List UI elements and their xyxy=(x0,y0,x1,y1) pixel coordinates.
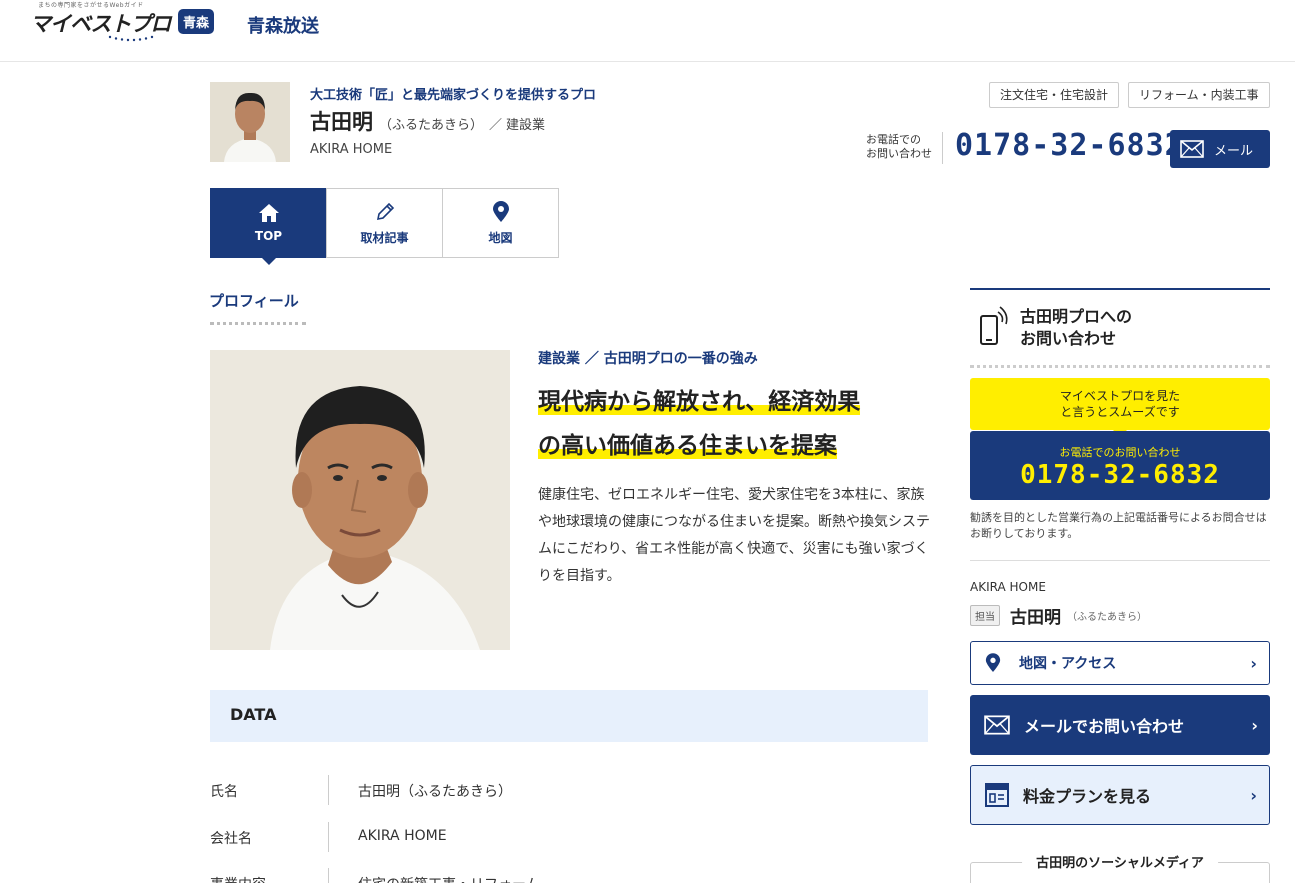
site-header: まちの専門家をさがせるWebガイド マイベストプロ 青森 青森放送 xyxy=(0,0,1295,62)
data-row: 事業内容 住宅の新築工事・リフォーム xyxy=(210,868,928,883)
sidebar-name: 古田明 xyxy=(1010,608,1061,628)
social-media-box: 古田明のソーシャルメディア xyxy=(970,852,1270,883)
profile-heading: プロフィール xyxy=(209,292,299,310)
home-icon xyxy=(258,204,279,222)
pro-thumbnail-photo xyxy=(210,82,290,162)
profile-intro: 健康住宅、ゼロエネルギー住宅、愛犬家住宅を3本柱に、家族や地球環境の健康につなが… xyxy=(538,487,930,584)
data-value: 古田明（ふるたあきら） xyxy=(358,784,512,800)
sidebar-person: 担当 古田明 （ふるたあきら） xyxy=(970,603,1147,628)
button-label: 地図・アクセス xyxy=(1019,656,1117,672)
divider xyxy=(942,132,943,164)
tab-label: TOP xyxy=(254,229,283,243)
sidebar-tel-box[interactable]: お電話でのお問い合わせ 0178-32-6832 xyxy=(970,431,1270,500)
pro-name-line: 古田明 （ふるたあきら） ／建設業 xyxy=(310,106,545,136)
header-tel-number[interactable]: 0178-32-6832 xyxy=(955,128,1184,163)
tip-line: と言うとスムーズです xyxy=(1060,405,1180,419)
catch-copy: 現代病から解放され、経済効果 の高い価値ある住まいを提案 xyxy=(538,380,938,468)
pro-separator: ／ xyxy=(489,118,503,133)
tab-label: 地図 xyxy=(488,230,513,245)
data-key: 会社名 xyxy=(210,831,252,847)
sidebar-tip-banner: マイベストプロを見た と言うとスムーズです xyxy=(970,378,1270,437)
tab-label: 取材記事 xyxy=(360,230,409,245)
sidebar-contact-header: 古田明プロへの お問い合わせ xyxy=(970,288,1270,368)
strength-label: 建設業 ／ 古田明プロの一番の強み xyxy=(538,351,758,367)
data-value: AKIRA HOME xyxy=(358,828,447,844)
logo-dots-icon xyxy=(108,35,154,42)
divider xyxy=(970,560,1270,561)
category-tag[interactable]: 注文住宅・住宅設計 xyxy=(989,82,1120,108)
divider xyxy=(328,775,329,805)
social-media-title: 古田明のソーシャルメディア xyxy=(1022,852,1218,871)
chevron-right-icon: › xyxy=(1250,786,1257,805)
sidebar-contact-title-line: 古田明プロへの xyxy=(1020,307,1133,326)
pro-tabs: TOP 取材記事 地図 xyxy=(210,188,559,265)
sidebar-contact-title: 古田明プロへの お問い合わせ xyxy=(1020,306,1132,350)
pro-company: AKIRA HOME xyxy=(310,142,393,157)
sidebar-tel-label: お電話でのお問い合わせ xyxy=(1059,446,1181,459)
pro-tagline: 大工技術「匠」と最先端家づくりを提供するプロ xyxy=(310,88,597,103)
sidebar-company: AKIRA HOME xyxy=(970,580,1046,594)
tel-label: お電話での お問い合わせ xyxy=(866,133,932,161)
tab-articles[interactable]: 取材記事 xyxy=(326,188,443,258)
data-value: 住宅の新築工事・リフォーム xyxy=(358,874,540,883)
pro-industry-link[interactable]: 建設業 xyxy=(506,118,545,133)
envelope-icon xyxy=(984,715,1010,735)
header-mail-button[interactable]: メール xyxy=(1170,130,1270,168)
category-tag[interactable]: リフォーム・内装工事 xyxy=(1128,82,1270,108)
tel-label-line: お電話での xyxy=(866,133,921,146)
mail-inquiry-button[interactable]: メールでお問い合わせ › xyxy=(970,695,1270,755)
price-list-icon xyxy=(985,783,1009,807)
button-label: 料金プランを見る xyxy=(1023,787,1152,806)
envelope-icon xyxy=(1180,140,1204,158)
sidebar-kana: （ふるたあきら） xyxy=(1067,612,1147,623)
pencil-icon xyxy=(376,202,394,220)
site-logo[interactable]: まちの専門家をさがせるWebガイド マイベストプロ 青森 xyxy=(30,0,220,44)
map-pin-icon xyxy=(985,653,1001,672)
pro-kana: （ふるたあきら） xyxy=(379,118,484,133)
pro-name: 古田明 xyxy=(310,110,373,134)
data-row: 氏名 古田明（ふるたあきら） xyxy=(210,775,928,805)
mail-button-label: メール xyxy=(1214,143,1254,159)
tab-top[interactable]: TOP xyxy=(210,188,327,265)
data-row: 会社名 AKIRA HOME xyxy=(210,822,928,852)
profile-photo xyxy=(210,350,510,650)
chevron-right-icon: › xyxy=(1251,716,1258,735)
sidebar-notice: 勧誘を目的とした営業行為の上記電話番号によるお問合せはお断りしております。 xyxy=(970,511,1267,540)
tel-label-line: お問い合わせ xyxy=(866,147,932,160)
data-key: 事業内容 xyxy=(210,874,266,883)
price-plan-button[interactable]: 料金プランを見る › xyxy=(970,765,1270,825)
catch-copy-line: 現代病から解放され、経済効果 xyxy=(538,389,861,415)
data-title: DATA xyxy=(230,705,277,724)
map-access-button[interactable]: 地図・アクセス › xyxy=(970,641,1270,685)
sidebar-contact-title-line: お問い合わせ xyxy=(1020,329,1117,348)
logo-region-badge: 青森 xyxy=(178,9,215,34)
map-pin-icon xyxy=(492,200,509,222)
data-key: 氏名 xyxy=(210,784,238,800)
broadcaster-link[interactable]: 青森放送 xyxy=(247,12,319,38)
divider xyxy=(328,822,329,852)
chevron-right-icon: › xyxy=(1250,654,1257,673)
catch-copy-line: の高い価値ある住まいを提案 xyxy=(538,433,837,459)
sidebar-tel-number[interactable]: 0178-32-6832 xyxy=(970,460,1270,490)
tip-line: マイベストプロを見た xyxy=(1059,389,1181,403)
smartphone-icon xyxy=(980,306,1008,345)
staff-badge: 担当 xyxy=(970,605,1000,626)
button-label: メールでお問い合わせ xyxy=(1024,717,1185,736)
tab-map[interactable]: 地図 xyxy=(442,188,559,258)
heading-underline xyxy=(210,322,306,325)
data-section-header: DATA xyxy=(210,690,928,742)
divider xyxy=(328,868,329,883)
